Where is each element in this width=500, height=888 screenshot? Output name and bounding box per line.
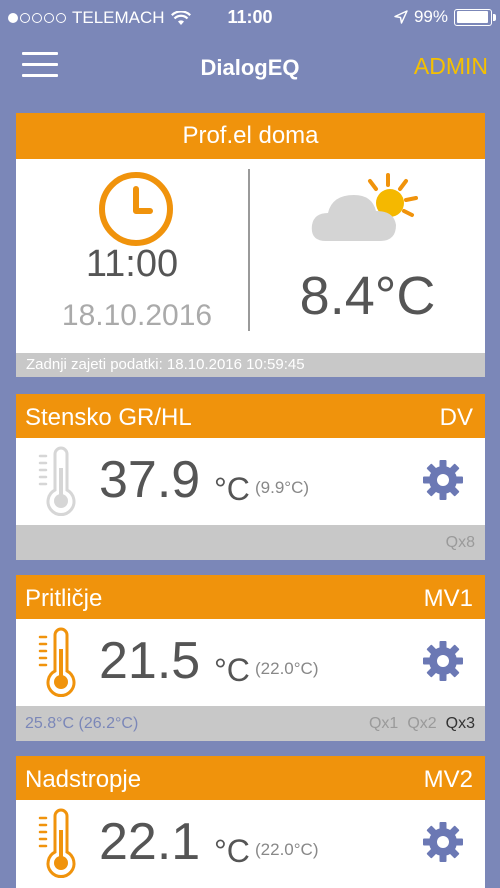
outdoor-temperature: 8.4°C <box>299 266 436 326</box>
output-label-active: Qx3 <box>445 715 475 732</box>
temperature-unit: °C <box>214 833 250 869</box>
menu-button[interactable] <box>22 52 58 80</box>
partly-cloudy-icon <box>311 173 418 241</box>
home-card: Prof.el doma 11:00 18.10.2016 8.4°C Zadn… <box>16 113 485 377</box>
last-data-timestamp: Zadnji zajeti podatki: 18.10.2016 10:59:… <box>16 353 485 377</box>
navigation-bar: DialogEQ ADMIN <box>0 34 500 100</box>
status-bar: TELEMACH 11:00 99% <box>0 0 500 34</box>
zone-code: MV1 <box>423 585 473 612</box>
zone-code: DV <box>439 404 473 431</box>
settings-gear-icon[interactable] <box>421 820 465 864</box>
temperature-unit: °C <box>214 652 250 688</box>
zone-setpoint: (9.9°C) <box>255 478 310 497</box>
zone-code: MV2 <box>423 766 473 793</box>
zone-name: Nadstropje <box>25 766 142 793</box>
current-time: 11:00 <box>85 243 179 285</box>
output-label: Qx8 <box>445 534 475 551</box>
zone-setpoint: (22.0°C) <box>255 659 319 678</box>
output-label: Qx2 <box>407 715 437 732</box>
current-date: 18.10.2016 <box>61 299 213 332</box>
zone-name: Pritličje <box>25 585 103 612</box>
zone-card[interactable]: Pritličje MV1 21.5 °C (22.0°C) 25.8°C (2… <box>16 575 485 741</box>
thermometer-active-icon <box>38 808 76 879</box>
zone-temperature: 21.5 <box>99 632 201 690</box>
settings-gear-icon[interactable] <box>421 639 465 683</box>
thermometer-active-icon <box>38 627 76 698</box>
zone-temperature: 22.1 <box>99 813 201 871</box>
clock-icon <box>99 172 173 246</box>
zone-name: Stensko GR/HL <box>25 404 192 431</box>
zone-card[interactable]: Nadstropje MV2 22.1 °C (22.0°C) <box>16 756 485 888</box>
battery-icon <box>454 8 496 26</box>
settings-gear-icon[interactable] <box>421 458 465 502</box>
battery-percent: 99% <box>413 7 448 26</box>
home-title: Prof.el doma <box>16 113 485 159</box>
admin-button[interactable]: ADMIN <box>414 53 488 80</box>
thermometer-inactive-icon <box>38 446 76 517</box>
zone-card[interactable]: Stensko GR/HL DV 37.9 °C (9.9°C) Qx8 <box>16 394 485 560</box>
location-arrow-icon <box>394 10 408 24</box>
temperature-unit: °C <box>214 471 250 507</box>
output-label: Qx1 <box>368 715 399 732</box>
zone-temperature: 37.9 <box>99 451 201 509</box>
zone-setpoint: (22.0°C) <box>255 840 319 859</box>
zone-footer-temps: 25.8°C (26.2°C) <box>25 715 139 732</box>
